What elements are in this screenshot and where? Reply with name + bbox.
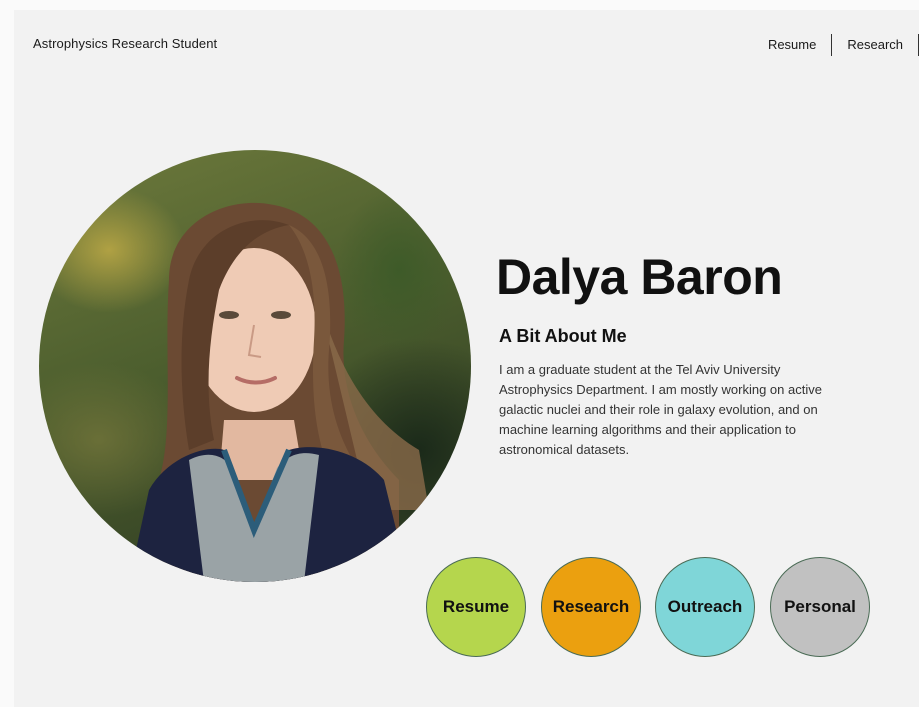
- portrait-photo-icon: [129, 202, 429, 582]
- site-title[interactable]: Astrophysics Research Student: [33, 36, 217, 51]
- outreach-circle-button[interactable]: Outreach: [655, 557, 755, 657]
- personal-circle-button[interactable]: Personal: [770, 557, 870, 657]
- research-circle-button[interactable]: Research: [541, 557, 641, 657]
- profile-name: Dalya Baron: [496, 249, 783, 305]
- top-nav: Resume Research: [753, 34, 919, 56]
- resume-circle-button[interactable]: Resume: [426, 557, 526, 657]
- profile-photo: [39, 150, 471, 582]
- nav-link-research[interactable]: Research: [832, 34, 918, 56]
- page: Astrophysics Research Student Resume Res…: [14, 10, 919, 707]
- about-text: I am a graduate student at the Tel Aviv …: [499, 362, 822, 457]
- about-heading: A Bit About Me: [499, 326, 627, 346]
- nav-link-resume[interactable]: Resume: [753, 34, 831, 56]
